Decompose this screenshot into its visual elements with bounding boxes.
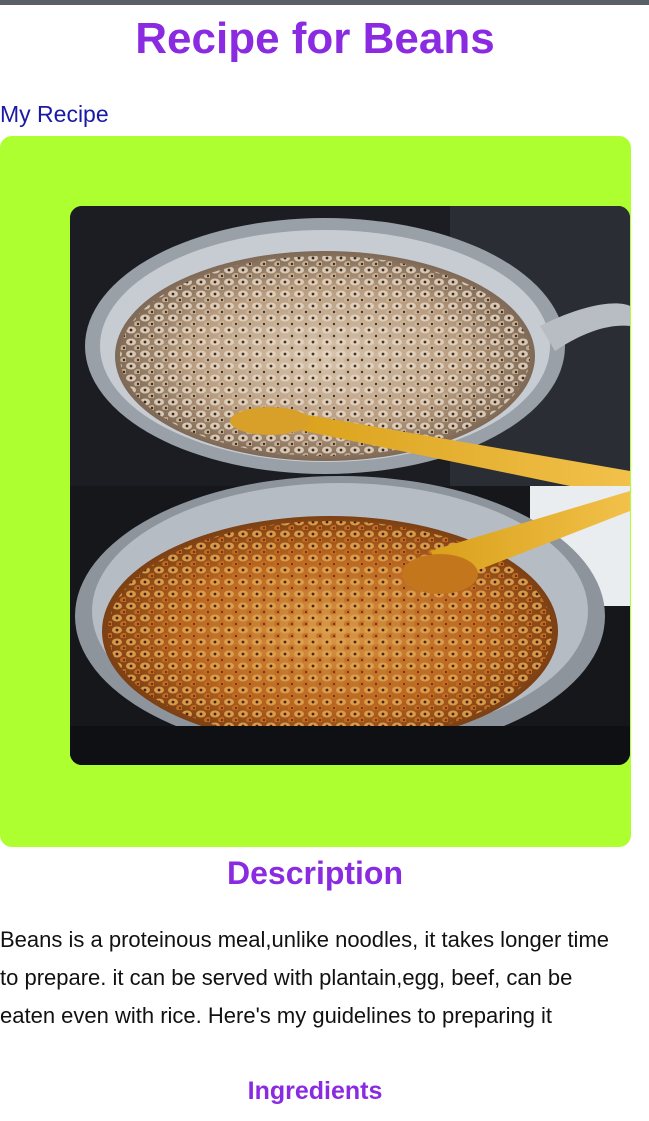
- my-recipe-link[interactable]: My Recipe: [0, 101, 109, 128]
- page-title: Recipe for Beans: [135, 14, 495, 63]
- recipe-image-card: [0, 136, 631, 847]
- ingredients-heading: Ingredients: [247, 1077, 383, 1105]
- top-status-divider: [0, 0, 649, 5]
- beans-photo: [70, 206, 630, 765]
- description-text: Beans is a proteinous meal,unlike noodle…: [0, 927, 610, 1028]
- description-heading: Description: [226, 855, 404, 891]
